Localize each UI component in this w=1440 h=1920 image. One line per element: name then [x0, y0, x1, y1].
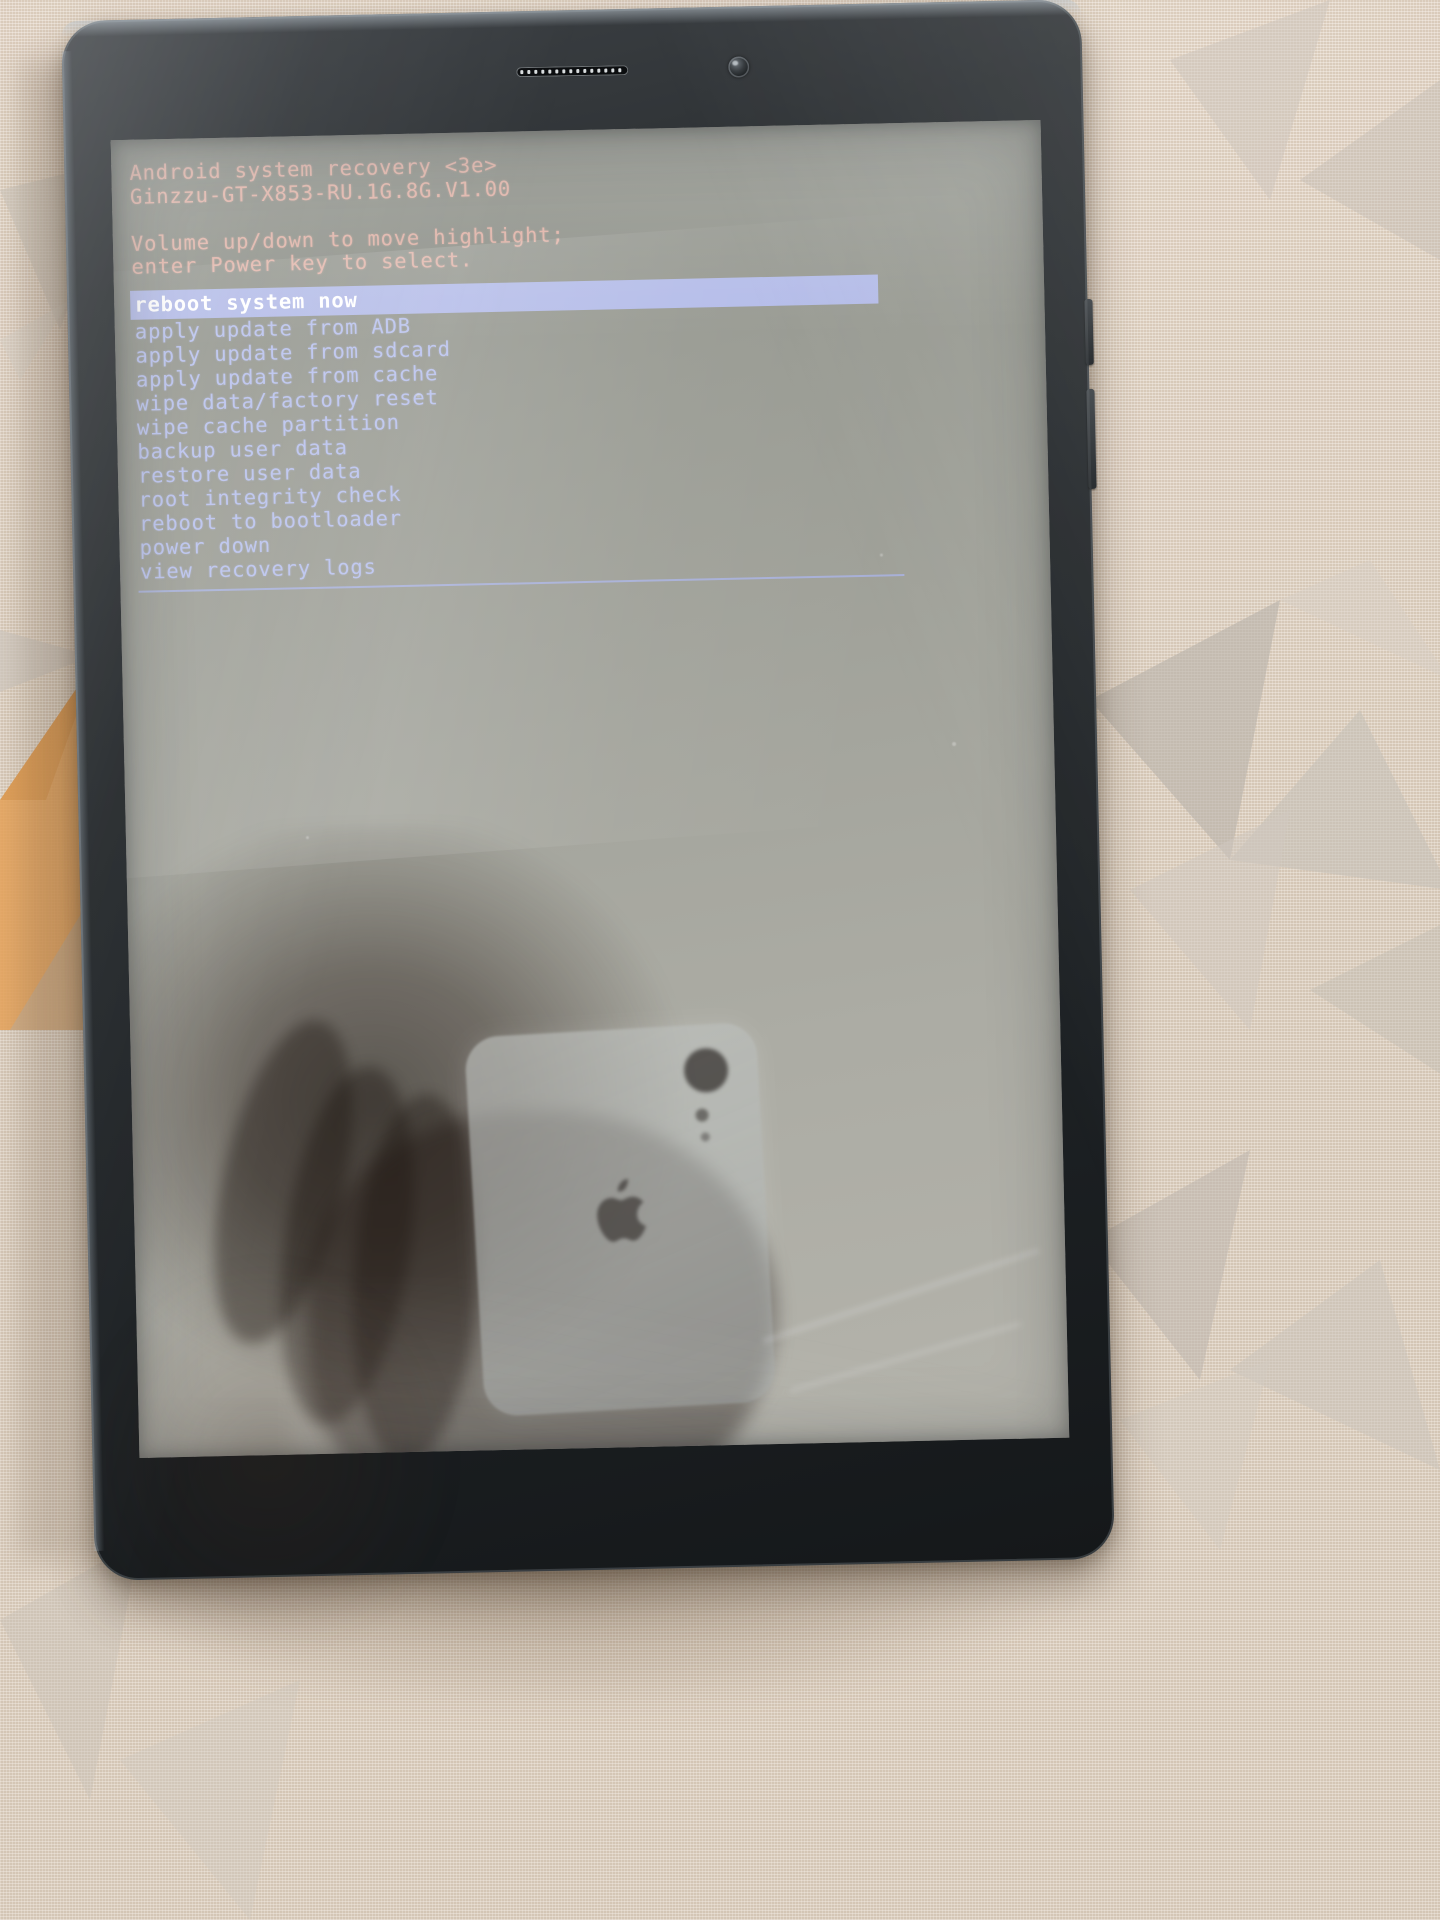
recovery-screen: Android system recovery <3e> Ginzzu-GT-X… [110, 119, 1070, 1458]
apple-logo-icon [597, 1178, 646, 1242]
dust-speck [305, 836, 310, 840]
power-button[interactable] [1084, 298, 1094, 366]
recovery-text-block: Android system recovery <3e> Ginzzu-GT-X… [111, 120, 1051, 593]
dust-speck [879, 553, 883, 557]
phone-camera-reflection [682, 1047, 730, 1094]
speaker-grille-icon [516, 65, 629, 78]
pattern-motif-topright [1170, 0, 1440, 260]
photo-of-tablet: Android system recovery <3e> Ginzzu-GT-X… [0, 0, 1440, 1920]
tablet-screen: Android system recovery <3e> Ginzzu-GT-X… [110, 119, 1070, 1458]
phone-mic-reflection [700, 1132, 711, 1142]
light-streak-reflection [789, 1321, 1022, 1393]
camera-glint [732, 60, 739, 66]
phone-flash-reflection [695, 1108, 709, 1122]
recovery-menu[interactable]: reboot system now apply update from ADB … [129, 270, 1050, 583]
tablet-device: Android system recovery <3e> Ginzzu-GT-X… [61, 0, 1115, 1581]
dust-speck [416, 393, 421, 398]
dust-speck [952, 741, 957, 747]
phone-reflection [463, 1021, 777, 1418]
